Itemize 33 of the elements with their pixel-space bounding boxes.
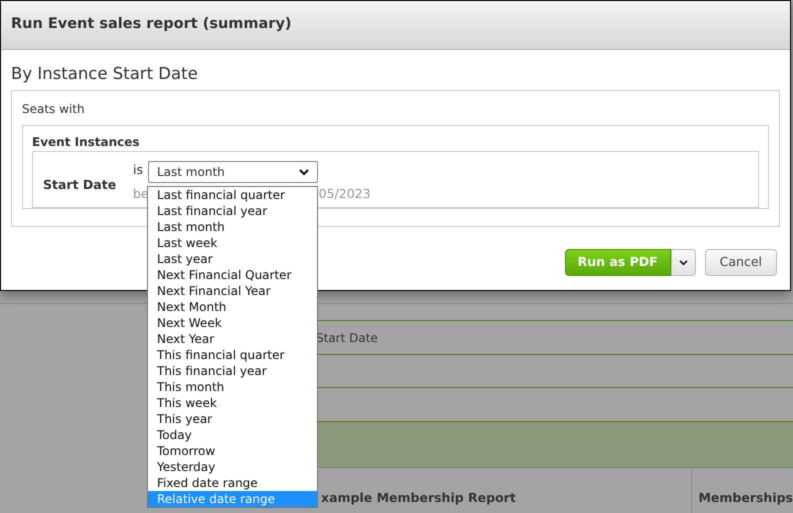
report-name: xample Membership Report — [321, 489, 516, 508]
group-label: Seats with — [22, 101, 86, 118]
date-select[interactable]: Last month — [148, 161, 318, 183]
dropdown-option[interactable]: Next Financial Quarter — [148, 267, 317, 283]
operator-text: is — [133, 161, 144, 179]
dropdown-option[interactable]: Last week — [148, 235, 317, 251]
dropdown-option[interactable]: Fixed date range — [148, 475, 317, 491]
dropdown-option[interactable]: Next Week — [148, 315, 317, 331]
dropdown-option[interactable]: This financial year — [148, 363, 317, 379]
chevron-down-icon — [678, 260, 688, 266]
dropdown-option[interactable]: Next Month — [148, 299, 317, 315]
run-menu-button[interactable] — [670, 249, 696, 276]
dropdown-option[interactable]: Last month — [148, 219, 317, 235]
dropdown-option[interactable]: Last financial year — [148, 203, 317, 219]
dropdown-option[interactable]: Next Year — [148, 331, 317, 347]
dropdown-option[interactable]: This month — [148, 379, 317, 395]
dropdown-option[interactable]: This week — [148, 395, 317, 411]
dropdown-option[interactable]: This financial quarter — [148, 347, 317, 363]
column-header: Memberships — [698, 489, 793, 508]
chevron-down-icon — [299, 168, 309, 176]
dropdown-option[interactable]: Next Financial Year — [148, 283, 317, 299]
dropdown-option[interactable]: Yesterday — [148, 459, 317, 475]
cancel-button[interactable]: Cancel — [704, 249, 777, 276]
field-label: Start Date — [43, 177, 116, 192]
dropdown-option[interactable]: Last year — [148, 251, 317, 267]
date-hint-end: 05/2023 — [318, 185, 371, 203]
dropdown-option[interactable]: Last financial quarter — [148, 187, 317, 203]
dialog-heading: By Instance Start Date — [11, 63, 199, 85]
dropdown-option[interactable]: This year — [148, 411, 317, 427]
dialog-title: Run Event sales report (summary) — [1, 1, 790, 50]
dropdown-option[interactable]: Tomorrow — [148, 443, 317, 459]
section-label: Event Instances — [32, 134, 141, 150]
dropdown-option[interactable]: Today — [148, 427, 317, 443]
